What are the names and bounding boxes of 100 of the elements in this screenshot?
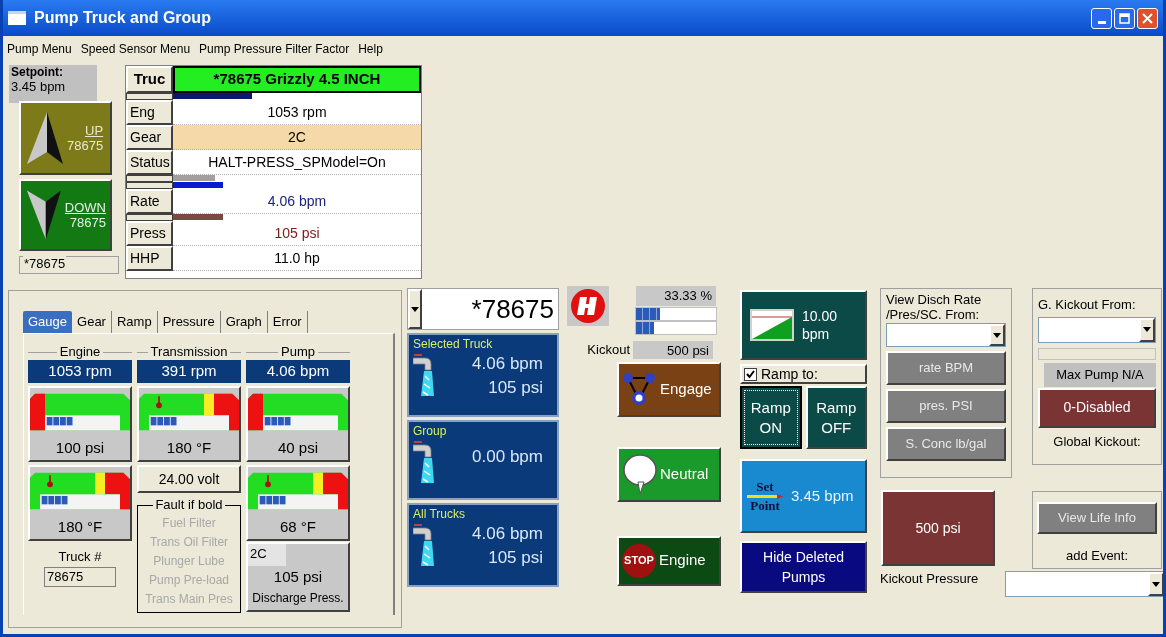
flow-pressure: 105 psi [488,547,543,569]
tab[interactable]: Pressure [157,311,221,333]
row-value: 1053 rpm [267,102,327,122]
row-label: Gear [126,125,173,150]
tab[interactable]: Gear [72,311,112,333]
menu-item[interactable]: Pump Pressure Filter Factor [199,40,350,58]
stop-engine-button[interactable]: STOP Engine [617,535,721,586]
max-pump-readout: Max Pump N/A [1044,362,1156,387]
global-kickout-caption: Global Kickout: [1053,432,1141,451]
tab[interactable]: Error [267,311,308,333]
truck-name: *78675 Grizzly 4.5 INCH [173,66,421,93]
maximize-button[interactable] [1114,7,1135,29]
ramp-checkbox[interactable] [744,367,757,381]
flow-rate: 4.06 bpm [472,353,543,375]
row-value: HALT-PRESS_SPModel=On [208,152,386,172]
fault-indicator: Fuel Filter [162,515,216,532]
kickout-value: 500 psi [633,340,713,359]
caret-icon [1143,327,1151,332]
pulley-icon [622,372,656,406]
maximize-icon [1119,12,1130,24]
tab[interactable]: Ramp [111,311,158,333]
check-icon [746,369,755,379]
minimize-icon [1097,20,1106,24]
ramp-toggle-button[interactable]: Ramp OFF [805,386,867,449]
truck-select[interactable]: *78675 [407,288,559,330]
ramp-chart-icon [750,309,794,341]
view-group-label: /Pres/SC. From: [886,307,981,322]
flow-pressure: 105 psi [488,377,543,399]
down-arrow-icon [25,189,63,241]
throttle-percent: 33.33 % [636,286,716,306]
caret-icon [1152,581,1160,587]
row-label: Status [126,150,173,175]
group-label: Transmission [150,344,228,360]
row-label: HHP [126,246,173,271]
fault-indicator: Trans Oil Filter [149,534,229,551]
menu-item[interactable]: Speed Sensor Menu [80,40,191,58]
row-label: Rate [126,189,173,214]
global-kickout-dropdown[interactable] [1038,316,1156,343]
flow-card-title: All Trucks [413,507,466,522]
hide-deleted-pumps-button[interactable]: Hide Deleted Pumps [740,541,867,593]
logo-icon [567,286,609,326]
close-icon [1142,12,1153,24]
window-title: Pump Truck and Group [34,8,211,28]
gauge-value: 4.06 bpm [246,360,350,383]
up-arrow-icon [25,112,65,164]
voltage-readout: 24.00 volt [137,465,241,493]
badge-text: Point [750,498,780,513]
faucet-icon [413,439,435,485]
view-source-dropdown[interactable] [886,323,1006,347]
down-button[interactable]: DOWN 78675 [19,179,112,251]
caret-icon [411,306,419,312]
badge-text: Set [756,479,774,494]
ramp-target-button[interactable]: 10.00 bpm [740,290,867,360]
menu-item[interactable]: Help [358,40,383,58]
kickout-pressure-label: Kickout Pressure [880,570,980,588]
discharge-value: 105 psi [273,567,323,587]
row-value: 2C [288,127,306,147]
row-value: 4.06 bpm [267,191,327,211]
truck-frame-label: *78675 [23,256,67,271]
faucet-icon [413,352,435,398]
caret-icon [993,332,1001,338]
gauge-value: 1053 rpm [28,360,132,383]
table-header: Truc [126,66,173,93]
global-kickout-label: G. Kickout From: [1038,296,1137,314]
row-label: Eng [126,100,173,125]
discharge-label: Discharge Press. [252,589,344,607]
event-dropdown[interactable] [1005,571,1163,597]
arrow-icon [747,493,783,499]
truck-number-label: Truck # [58,548,102,566]
ramp-toggle-button[interactable]: Ramp ON [740,386,802,449]
up-button[interactable]: UP 78675 [19,101,112,175]
engage-button[interactable]: Engage [617,361,721,417]
close-button[interactable] [1137,7,1158,29]
fault-indicator: Plunger Lube [153,553,225,570]
row-label: Press [126,221,173,246]
menu-item[interactable]: Pump Menu [7,40,72,58]
gear-readout: 2C [248,544,286,566]
fault-indicator: Pump Pre-load [148,572,229,589]
neutral-button[interactable]: Neutral [617,446,721,502]
window-icon [8,11,26,25]
speech-bubble-icon [622,452,658,496]
ramp-checkbox-label: Ramp to: [761,364,818,384]
minimize-button[interactable] [1091,7,1112,29]
gauge-reading: 180 °F [166,438,212,458]
faucet-icon [413,522,435,568]
stop-sign-badge: STOP [622,543,656,578]
view-group-label: View Disch Rate [886,292,983,307]
global-kickout-button[interactable]: 0-Disabled [1038,387,1156,428]
group-label: Pump [281,344,315,360]
tab[interactable]: Graph [220,311,268,333]
setpoint-label: Setpoint: [11,65,64,79]
kickout-label: Kickout [586,341,631,359]
flow-rate: 4.06 bpm [472,523,543,545]
row-value: 105 psi [274,223,320,243]
add-event-label: add Event: [1065,547,1129,565]
kickout-pressure-button[interactable]: 500 psi [881,490,995,566]
gauge-reading: 100 psi [55,438,105,458]
truck-number-field[interactable]: 78675 [44,566,116,587]
tab[interactable]: Gauge [23,311,73,333]
row-value: 11.0 hp [274,248,320,268]
